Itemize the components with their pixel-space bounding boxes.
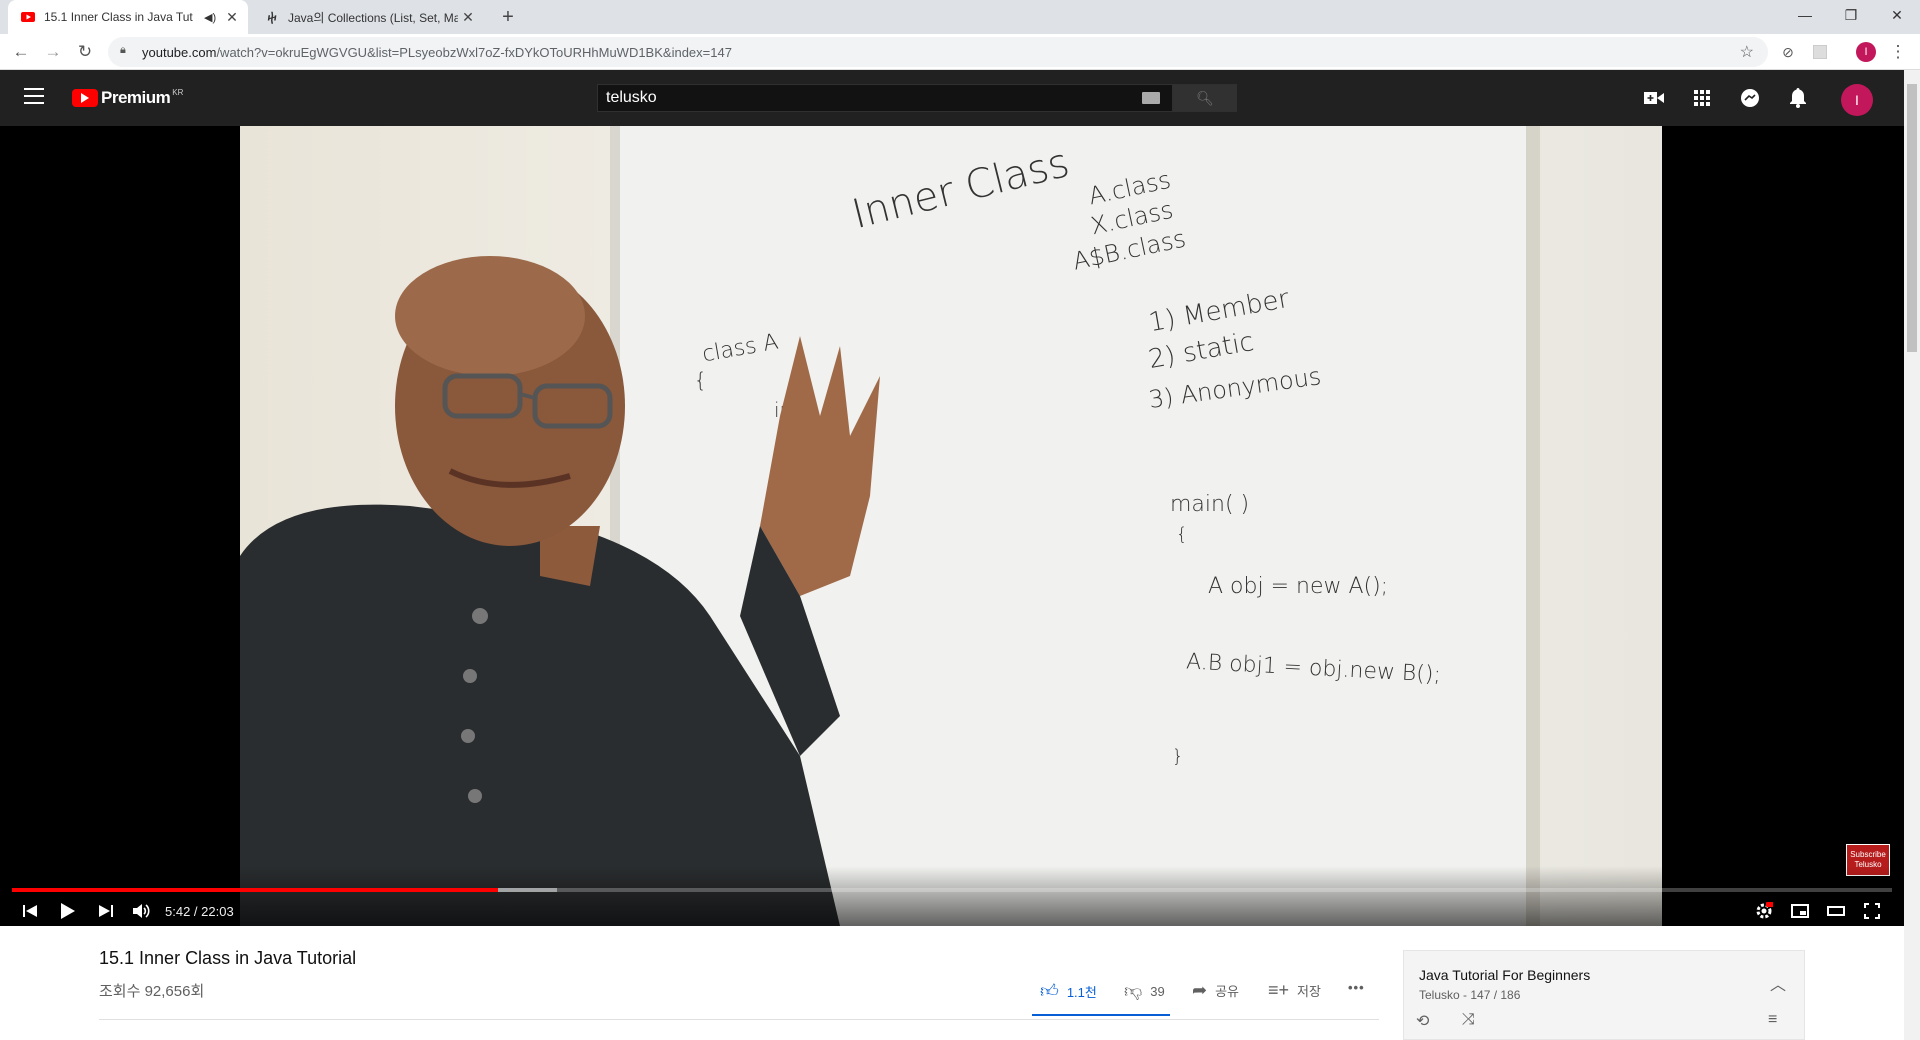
browser-toolbar: ← → ↻ 🔒︎ youtube.com/watch?v=okruEgWGVGU… <box>0 34 1920 70</box>
next-video-icon[interactable] <box>88 896 124 926</box>
dislike-button[interactable]: 👎︎ 39 <box>1124 980 1165 1002</box>
search-input[interactable] <box>598 85 1172 111</box>
fullscreen-icon[interactable] <box>1854 896 1890 926</box>
miniplayer-icon[interactable] <box>1782 896 1818 926</box>
search-button[interactable]: 🔍︎ <box>1173 84 1237 112</box>
loop-playlist-icon[interactable]: ⟲ <box>1416 1011 1429 1031</box>
search-icon: 🔍︎ <box>1196 89 1214 106</box>
save-button[interactable]: ≡+ 저장 <box>1268 980 1321 1001</box>
more-actions-button[interactable]: ••• <box>1348 980 1365 995</box>
restore-button[interactable]: ❐ <box>1828 0 1874 30</box>
tab-close-icon[interactable]: ✕ <box>458 9 478 26</box>
profile-avatar-icon[interactable]: I <box>1854 40 1878 64</box>
code-right-line-1: main( ) <box>1170 492 1250 517</box>
save-label: 저장 <box>1297 984 1321 999</box>
scrollbar-thumb[interactable] <box>1907 84 1917 352</box>
shuffle-icon[interactable]: ⤨ <box>1462 1011 1475 1029</box>
back-arrow-icon[interactable]: ← <box>9 40 33 64</box>
code-right-line-3: A obj = new A(); <box>1208 574 1389 599</box>
page-favicon-icon: ⴕ <box>267 11 277 24</box>
forward-arrow-icon[interactable]: → <box>41 40 65 64</box>
like-count: 1.1천 <box>1066 984 1097 1000</box>
youtube-favicon-icon <box>20 9 36 25</box>
progress-bar[interactable] <box>12 888 1892 892</box>
tab-java-collections[interactable]: ⴕ Java의 Collections (List, Set, Ma ✕ <box>252 0 484 34</box>
extension-sync-icon[interactable]: ⊘ <box>1776 40 1800 64</box>
hamburger-menu-icon[interactable] <box>24 88 44 104</box>
reload-icon[interactable]: ↻ <box>73 40 97 64</box>
chevron-up-icon[interactable]: ︿ <box>1770 971 1786 995</box>
volume-icon[interactable] <box>124 896 160 926</box>
theater-mode-icon[interactable] <box>1818 896 1854 926</box>
bookmark-star-icon[interactable]: ☆ <box>1740 42 1754 62</box>
minimize-button[interactable]: — <box>1782 0 1828 30</box>
address-url[interactable]: youtube.com/watch?v=okruEgWGVGU&list=PLs… <box>142 45 732 60</box>
video-frame: Inner Class A.class X.class A$B.class 1)… <box>240 126 1662 926</box>
share-arrow-icon: ➦ <box>1192 980 1208 1000</box>
youtube-play-logo-icon <box>72 89 98 107</box>
playlist-subtitle: Telusko - 147 / 186 <box>1419 988 1521 1002</box>
search-box <box>597 84 1173 112</box>
played-bar <box>12 888 499 892</box>
play-button[interactable] <box>50 896 86 926</box>
presenter-figure <box>240 256 880 926</box>
close-window-button[interactable]: ✕ <box>1874 0 1920 30</box>
lock-icon: 🔒︎ <box>120 44 126 56</box>
tab-title: 15.1 Inner Class in Java Tut <box>44 10 193 24</box>
tab-title: Java의 Collections (List, Set, Ma <box>288 10 458 25</box>
tab-youtube-video[interactable]: 15.1 Inner Class in Java Tut ◀) ✕ <box>8 0 248 34</box>
controls-gradient <box>0 866 1904 926</box>
share-button[interactable]: ➦ 공유 <box>1192 980 1239 1001</box>
more-icon: ••• <box>1348 980 1365 995</box>
tab-close-icon[interactable]: ✕ <box>222 9 242 26</box>
audio-playing-icon[interactable]: ◀) <box>204 11 218 24</box>
page-scrollbar[interactable] <box>1904 70 1920 1040</box>
avatar-initial: I <box>1855 92 1859 108</box>
keyboard-icon[interactable] <box>1142 92 1160 104</box>
playlist-title[interactable]: Java Tutorial For Beginners <box>1419 967 1590 983</box>
browser-menu-icon[interactable]: ⋮ <box>1886 40 1910 64</box>
new-tab-button[interactable]: + <box>496 6 520 29</box>
like-ratio-bar <box>1032 1014 1170 1016</box>
playlist-add-icon: ≡+ <box>1268 980 1290 1000</box>
previous-video-icon[interactable] <box>12 896 48 926</box>
dislike-count: 39 <box>1150 983 1165 999</box>
section-divider <box>99 1019 1379 1020</box>
code-right-line-5: } <box>1172 746 1184 767</box>
youtube-premium-logo[interactable]: Premium KR <box>72 88 183 108</box>
video-title: 15.1 Inner Class in Java Tutorial <box>99 948 357 968</box>
playlist-menu-icon[interactable]: ≡ <box>1768 1011 1777 1029</box>
notifications-bell-icon[interactable] <box>1786 86 1810 110</box>
address-bar[interactable]: 🔒︎ youtube.com/watch?v=okruEgWGVGU&list=… <box>108 37 1768 67</box>
time-display: 5:42 / 22:03 <box>165 904 234 919</box>
account-avatar[interactable]: I <box>1841 84 1873 116</box>
like-button[interactable]: 👍︎ 1.1천 <box>1040 980 1097 1002</box>
browser-tab-bar: 15.1 Inner Class in Java Tut ◀) ✕ ⴕ Java… <box>0 0 1920 34</box>
messages-icon[interactable] <box>1738 86 1762 110</box>
playlist-panel[interactable]: Java Tutorial For Beginners Telusko - 14… <box>1403 950 1805 1040</box>
video-info-section: 15.1 Inner Class in Java Tutorial 조회수 92… <box>0 926 1904 1040</box>
logo-text: Premium <box>101 88 171 107</box>
apps-grid-icon[interactable] <box>1690 86 1714 110</box>
settings-gear-icon[interactable] <box>1746 896 1782 926</box>
extension-icon[interactable] <box>1808 40 1832 64</box>
logo-region: KR <box>172 88 184 97</box>
thumbs-up-icon: 👍︎ <box>1040 981 1059 1001</box>
view-count: 조회수 92,656회 <box>99 983 205 1000</box>
create-video-icon[interactable] <box>1642 86 1666 110</box>
thumbs-down-icon: 👎︎ <box>1124 981 1143 1001</box>
video-player[interactable]: Inner Class A.class X.class A$B.class 1)… <box>0 126 1904 926</box>
youtube-header: Premium KR 🔍︎ I <box>0 70 1904 126</box>
share-label: 공유 <box>1215 984 1240 999</box>
code-right-line-2: { <box>1176 524 1188 545</box>
